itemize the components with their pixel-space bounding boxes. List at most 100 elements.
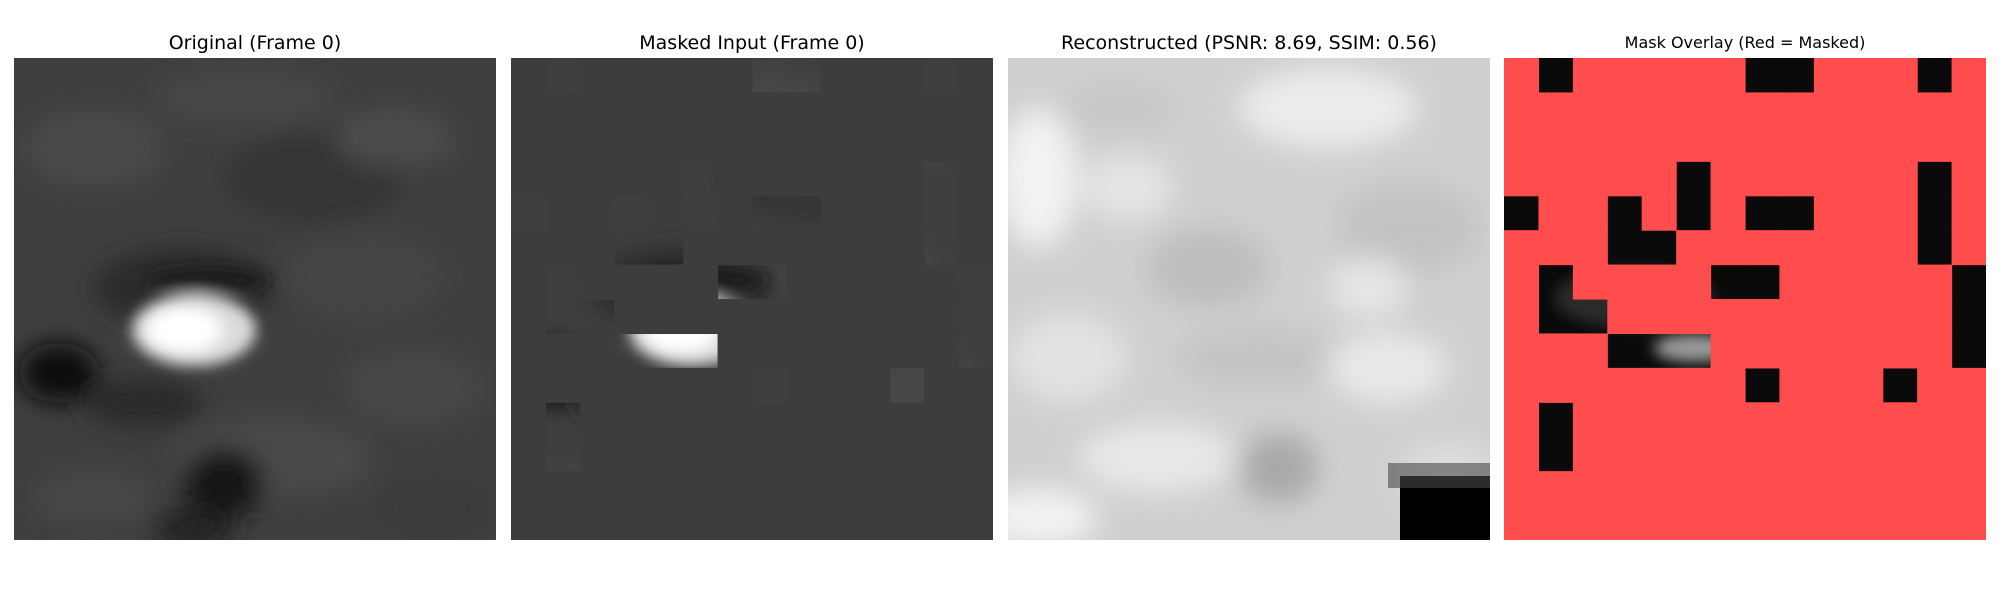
mask-overlay-cell [1504,436,1540,472]
masked-patch [545,333,581,369]
masked-patch [820,505,856,540]
mask-overlay-cell [1951,126,1986,162]
mask-overlay-cell [1813,471,1849,507]
panel-original: Original (Frame 0) [14,0,496,600]
masked-patch [511,471,547,507]
masked-patch [889,126,925,162]
masked-patch [648,161,684,197]
mask-overlay-cell [1882,333,1918,369]
masked-patch [820,367,856,403]
masked-patch [752,471,788,507]
mask-overlay-cell [1504,92,1540,128]
mask-overlay-cell [1951,471,1986,507]
masked-patch [717,505,753,540]
mask-overlay-cell [1504,264,1540,300]
mask-overlay-cell [1607,402,1643,438]
mask-overlay-cell [1813,58,1849,94]
mask-overlay-cell [1710,92,1746,128]
mask-overlay-cell [1848,161,1884,197]
masked-patch [786,402,822,438]
mask-overlay-cell [1848,230,1884,266]
mask-overlay-cell [1504,333,1540,369]
masked-patch [752,126,788,162]
masked-patch [958,92,993,128]
masked-patch [958,471,993,507]
masked-patch [820,126,856,162]
masked-patch [511,230,547,266]
mask-overlay-cell [1882,58,1918,94]
mask-overlay-cell [1572,92,1608,128]
mask-overlay-cell [1745,92,1781,128]
masked-patch [855,264,891,300]
masked-patch [579,195,615,231]
masked-patch [752,230,788,266]
mask-overlay-cell [1504,126,1540,162]
masked-patch [579,161,615,197]
masked-patch [855,471,891,507]
masked-patch [683,126,719,162]
masked-patch [614,264,650,300]
masked-patch [855,126,891,162]
mask-overlay-cell [1745,126,1781,162]
masked-patch [683,92,719,128]
mask-overlay-cell [1676,436,1712,472]
mask-overlay-cell [1779,367,1815,403]
masked-patch [924,264,960,300]
mask-overlay-cell [1779,471,1815,507]
mask-overlay-cell [1538,333,1574,369]
masked-patch [614,471,650,507]
mask-overlay-cell [1848,333,1884,369]
masked-patch [717,126,753,162]
masked-patch [579,505,615,540]
masked-patch [820,92,856,128]
mask-overlay-cell [1676,367,1712,403]
masked-patch [511,126,547,162]
panel-title-masked: Masked Input (Frame 0) [639,32,865,54]
masked-patch [786,92,822,128]
mask-overlay-cell [1538,92,1574,128]
mask-overlay-cell [1641,126,1677,162]
mask-overlay-cell [1745,402,1781,438]
mask-overlay-cell [1813,333,1849,369]
mask-overlay-cell [1710,436,1746,472]
masked-patch [820,161,856,197]
mask-overlay-cell [1848,92,1884,128]
panel-title-overlay: Mask Overlay (Red = Masked) [1624,33,1866,52]
masked-patch [717,436,753,472]
masked-patch [924,402,960,438]
masked-patch [579,402,615,438]
mask-overlay-cell [1882,126,1918,162]
masked-patch [717,367,753,403]
masked-patch [889,299,925,335]
masked-patch [511,333,547,369]
masked-patch [820,299,856,335]
masked-patch [648,471,684,507]
masked-patch [648,195,684,231]
mask-overlay-cell [1641,264,1677,300]
masked-patch [958,195,993,231]
mask-overlay-cell [1641,195,1677,231]
mask-overlay-cell [1848,367,1884,403]
masked-patch [786,436,822,472]
mask-overlay-cell [1813,505,1849,540]
mask-overlay-cell [1504,230,1540,266]
masked-patch [683,471,719,507]
mask-overlay-cell [1710,471,1746,507]
mask-overlay-cell [1813,126,1849,162]
masked-patch [545,230,581,266]
masked-patch [717,161,753,197]
mask-overlay-cell [1779,230,1815,266]
mask-overlay-cell [1882,299,1918,335]
mask-overlay-cell [1676,505,1712,540]
masked-patch [717,230,753,266]
masked-patch [545,92,581,128]
masked-patch [752,299,788,335]
masked-patch [579,333,615,369]
masked-patch [786,230,822,266]
masked-patch [683,58,719,94]
mask-overlay-cell [1779,161,1815,197]
mask-overlay-cell [1710,402,1746,438]
masked-patch [614,367,650,403]
mask-overlay-cell [1848,505,1884,540]
mask-overlay-cell [1676,264,1712,300]
